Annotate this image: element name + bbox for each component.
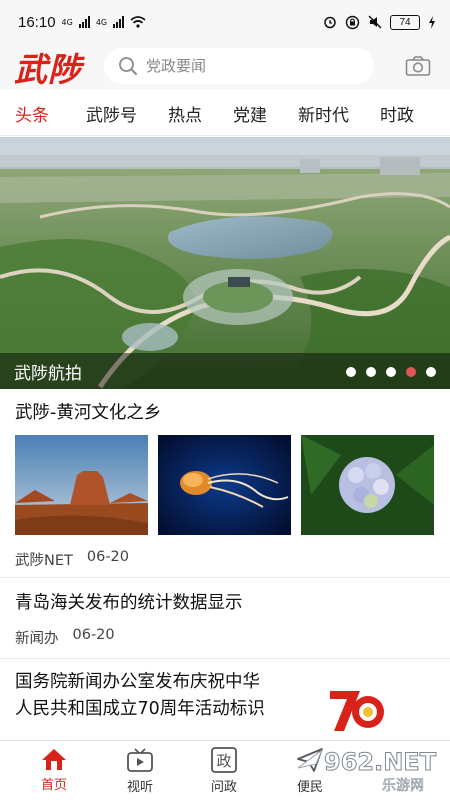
tab-shizheng[interactable]: 时政	[380, 101, 414, 126]
nav-wenzheng[interactable]: 政 问政	[194, 747, 254, 795]
banner-image	[0, 137, 450, 389]
watermark-sub: 乐游网	[382, 778, 424, 794]
nav-home-label: 首页	[40, 778, 67, 793]
charging-icon	[429, 15, 435, 29]
watermark-brand: 962.NET	[324, 748, 437, 776]
thumbnail-jellyfish	[158, 435, 291, 535]
zheng-icon: 政	[211, 747, 237, 773]
news-title: 武陟-黄河文化之乡	[15, 403, 162, 423]
lock-rotation-icon	[345, 15, 360, 29]
tab-wuzhihao[interactable]: 武陟号	[86, 101, 137, 126]
tab-redian[interactable]: 热点	[168, 101, 202, 126]
mute-icon	[368, 15, 382, 29]
carousel-dot[interactable]	[346, 367, 356, 377]
news-item[interactable]: 青岛海关发布的统计数据显示 新闻办 06-20	[0, 578, 450, 658]
app-header: 武陟	[0, 44, 450, 90]
news-source: 新闻办	[15, 631, 59, 647]
status-time: 16:10	[18, 13, 56, 31]
nav-video[interactable]: 视听	[110, 747, 170, 795]
signal-icon	[78, 16, 90, 28]
search-bar[interactable]	[104, 48, 374, 84]
camera-icon	[405, 56, 431, 76]
tab-toutiao[interactable]: 头条	[15, 101, 49, 126]
status-bar: 16:10 4G 4G 74	[0, 0, 450, 44]
tab-xinshidai[interactable]: 新时代	[298, 101, 349, 126]
banner-carousel[interactable]: 武陟航拍	[0, 137, 450, 389]
carousel-dot[interactable]	[366, 367, 376, 377]
tv-icon	[127, 748, 153, 772]
news-meta: 新闻办 06-20	[0, 627, 115, 648]
thumbnail-desert	[15, 435, 148, 535]
news-date: 06-20	[86, 549, 130, 565]
news-title-line-2: 人民共和国成立70周年活动标识	[15, 699, 265, 719]
battery-indicator: 74	[390, 14, 420, 30]
signal-icon-2	[113, 16, 125, 28]
network-1-label: 4G	[61, 17, 73, 27]
carousel-dot[interactable]	[426, 367, 436, 377]
news-title-line-1: 国务院新闻办公室发布庆祝中华	[15, 672, 260, 692]
news-date: 06-20	[72, 627, 115, 643]
search-icon	[119, 57, 137, 75]
nav-video-label: 视听	[126, 780, 153, 795]
category-tabs: 头条 武陟号 热点 党建 新时代 时政	[0, 90, 450, 136]
network-2-label: 4G	[95, 17, 108, 27]
watermark-962net: 962.NET 乐游网	[294, 742, 444, 794]
svg-text:政: 政	[216, 752, 231, 770]
status-left: 16:10 4G 4G	[18, 14, 146, 31]
news-meta: 武陟NET 06-20	[0, 549, 129, 570]
status-right: 74	[323, 14, 436, 30]
app-logo: 武陟	[14, 50, 82, 89]
tab-dangjian[interactable]: 党建	[233, 101, 267, 126]
news-title: 青岛海关发布的统计数据显示	[15, 593, 243, 613]
wifi-icon	[130, 16, 146, 28]
news-thumbnails	[15, 435, 434, 535]
nav-home[interactable]: 首页	[24, 747, 84, 793]
carousel-dot[interactable]	[386, 367, 396, 377]
nav-wenzheng-label: 问政	[210, 780, 237, 795]
thumbnail-hydrangea	[301, 435, 434, 535]
camera-button[interactable]	[404, 52, 432, 80]
alarm-icon	[324, 16, 336, 29]
news-source: 武陟NET	[15, 553, 73, 569]
news-item[interactable]: 武陟-黄河文化之乡 武陟NET 06-20	[0, 389, 450, 577]
news-item[interactable]: 国务院新闻办公室发布庆祝中华 人民共和国成立70周年活动标识	[0, 659, 450, 739]
anniversary-70-logo	[330, 691, 384, 731]
carousel-indicator	[346, 367, 436, 377]
home-icon	[42, 749, 66, 770]
carousel-dot-active[interactable]	[406, 367, 416, 377]
search-input[interactable]	[146, 57, 346, 75]
